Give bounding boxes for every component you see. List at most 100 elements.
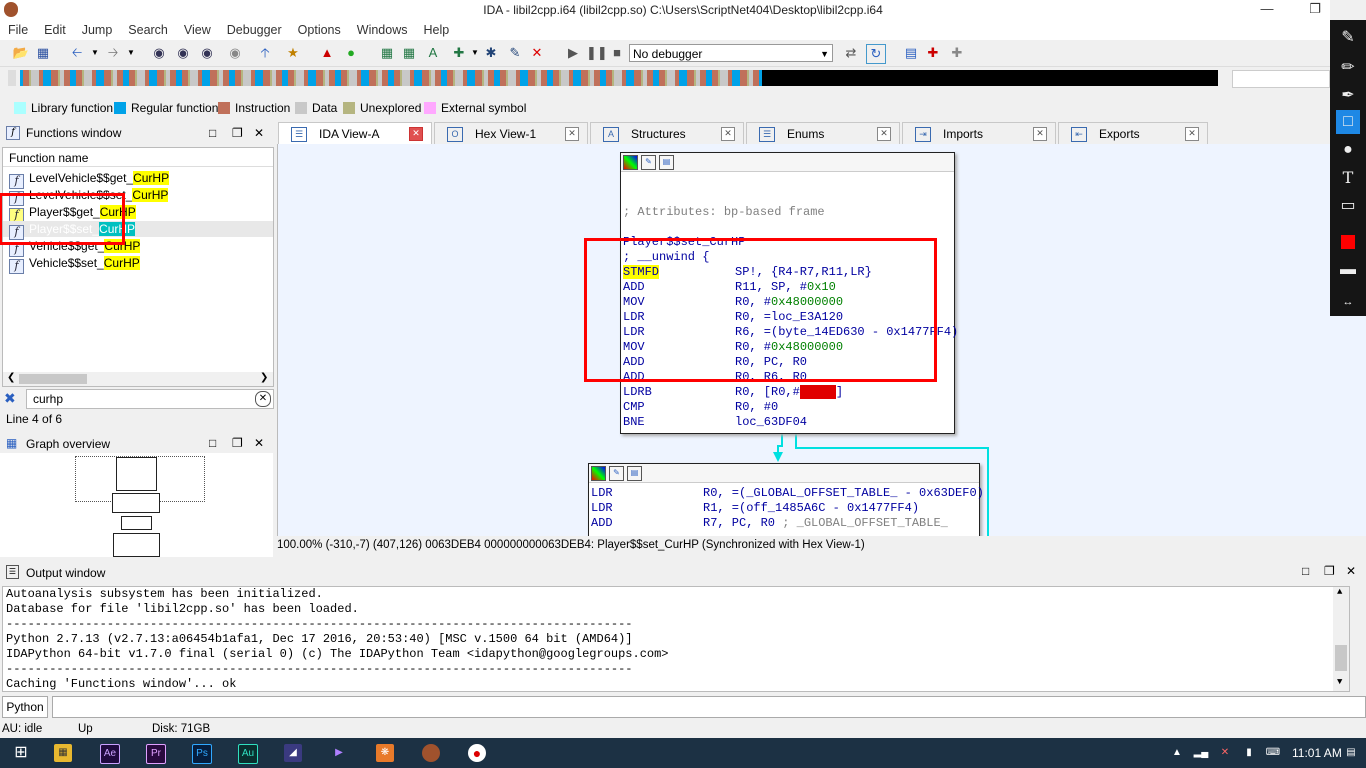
color-swatch-red[interactable] bbox=[1336, 230, 1360, 254]
ida-taskbar-icon[interactable]: ◢ bbox=[284, 744, 302, 762]
ida-avatar-icon[interactable] bbox=[422, 744, 440, 762]
notifications-icon[interactable]: ▤ bbox=[1342, 744, 1360, 762]
sync-icon[interactable]: ↻ bbox=[866, 44, 886, 64]
scroll-right-icon[interactable]: ❯ bbox=[260, 372, 268, 383]
asm-line[interactable]: BNE loc_63DF04 bbox=[623, 415, 807, 430]
tab-hex-view-1[interactable]: O Hex View-1 ✕ bbox=[434, 122, 588, 144]
open-folder-icon[interactable]: 📂 bbox=[12, 44, 30, 62]
menu-jump[interactable]: Jump bbox=[74, 20, 121, 37]
brush-icon[interactable]: ✒ bbox=[1336, 84, 1360, 108]
navigation-strip[interactable] bbox=[20, 70, 1218, 86]
command-input[interactable] bbox=[52, 696, 1366, 718]
function-search-input[interactable]: curhp ✕ bbox=[26, 389, 274, 409]
back-arrow-icon[interactable]: 🡠 bbox=[68, 44, 86, 62]
asm-line[interactable]: LDRB R0, [R0,#0x1EC] bbox=[623, 385, 843, 400]
menu-help[interactable]: Help bbox=[415, 20, 457, 37]
save-icon[interactable]: ▦ bbox=[34, 44, 52, 62]
edit-function-icon[interactable]: ▦ bbox=[400, 44, 418, 62]
forward-dropdown-icon[interactable]: ▼ bbox=[122, 44, 140, 62]
pencil-icon[interactable]: ✎ bbox=[1336, 26, 1360, 50]
battery-icon[interactable]: ▮ bbox=[1240, 744, 1258, 762]
menu-debugger[interactable]: Debugger bbox=[219, 20, 290, 37]
file-explorer-icon[interactable]: ▦ bbox=[54, 744, 72, 762]
after-effects-icon[interactable]: Ae bbox=[100, 744, 120, 764]
attach-icon[interactable]: ⇄ bbox=[842, 44, 860, 62]
media-player-icon[interactable]: ▶ bbox=[330, 744, 348, 762]
stop-icon[interactable]: ■ bbox=[608, 44, 626, 62]
mute-icon[interactable]: ✕ bbox=[1216, 744, 1234, 762]
panel-close-button[interactable]: ✕ bbox=[254, 122, 264, 144]
breakpoint-list-icon[interactable]: ▤ bbox=[902, 44, 920, 62]
browser-icon[interactable]: ❋ bbox=[376, 744, 394, 762]
pause-icon[interactable]: ❚❚ bbox=[586, 44, 608, 62]
patch-icon[interactable]: ✎ bbox=[506, 44, 524, 62]
forward-arrow-icon[interactable]: 🡢 bbox=[104, 44, 122, 62]
panel-minimize-button[interactable]: □ bbox=[209, 122, 216, 144]
group-icon[interactable]: ▤ bbox=[659, 155, 674, 170]
add-breakpoint-icon[interactable]: ✚ bbox=[924, 44, 942, 62]
clear-filter-icon[interactable]: ✖ bbox=[4, 390, 16, 407]
panel-float-button[interactable]: ❐ bbox=[1324, 564, 1335, 578]
rename-icon[interactable]: ✎ bbox=[641, 155, 656, 170]
menu-file[interactable]: File bbox=[0, 20, 36, 37]
line-width-icon[interactable]: ▬ bbox=[1336, 258, 1360, 282]
maximize-button[interactable]: ❐ bbox=[1300, 0, 1330, 20]
binoculars-text-icon[interactable]: ◉ bbox=[174, 44, 192, 62]
menu-windows[interactable]: Windows bbox=[349, 20, 416, 37]
clock[interactable]: 11:01 AM bbox=[1292, 746, 1342, 760]
function-row[interactable]: f LevelVehicle$$get_CurHP bbox=[9, 170, 170, 189]
panel-close-button[interactable]: ✕ bbox=[254, 436, 264, 450]
asm-line[interactable]: LDR R0, =(_GLOBAL_OFFSET_TABLE_ - 0x63DEF… bbox=[591, 486, 984, 501]
scroll-up-icon[interactable]: ▲ bbox=[1337, 587, 1342, 597]
scroll-down-icon[interactable]: ▼ bbox=[1337, 677, 1342, 687]
close-icon[interactable]: ✕ bbox=[721, 127, 735, 141]
tab-exports[interactable]: ⇤ Exports ✕ bbox=[1058, 122, 1208, 144]
function-list-header[interactable]: Function name bbox=[3, 148, 273, 167]
clear-search-icon[interactable]: ✕ bbox=[255, 391, 271, 407]
name-icon[interactable]: ★ bbox=[284, 44, 302, 62]
menu-edit[interactable]: Edit bbox=[36, 20, 74, 37]
color-palette-icon[interactable] bbox=[623, 155, 638, 170]
vertical-scrollbar[interactable]: ▲ ▼ bbox=[1333, 587, 1349, 691]
panel-float-button[interactable]: ❐ bbox=[232, 122, 243, 144]
photoshop-icon[interactable]: Ps bbox=[192, 744, 212, 764]
nav-scroll-left[interactable] bbox=[8, 70, 16, 86]
binoculars-icon[interactable]: ◉ bbox=[150, 44, 168, 62]
panel-close-button[interactable]: ✕ bbox=[1346, 564, 1356, 578]
keyboard-icon[interactable]: ⌨ bbox=[1264, 744, 1282, 762]
binoculars-next-icon[interactable]: ◉ bbox=[198, 44, 216, 62]
panel-float-button[interactable]: ❐ bbox=[232, 436, 243, 450]
menu-view[interactable]: View bbox=[176, 20, 219, 37]
tab-ida-view-a[interactable]: ☰ IDA View-A ✕ bbox=[278, 122, 432, 144]
premiere-icon[interactable]: Pr bbox=[146, 744, 166, 764]
move-palette-icon[interactable]: ↔ bbox=[1336, 290, 1360, 314]
add-string-icon[interactable]: A bbox=[424, 44, 442, 62]
graph-triangle-icon[interactable]: ▲ bbox=[318, 44, 336, 62]
close-icon[interactable]: ✕ bbox=[565, 127, 579, 141]
jump-up-icon[interactable]: 🡡 bbox=[256, 44, 274, 62]
function-row[interactable]: f Vehicle$$set_CurHP bbox=[9, 255, 140, 274]
create-function-icon[interactable]: ▦ bbox=[378, 44, 396, 62]
close-icon[interactable]: ✕ bbox=[1033, 127, 1047, 141]
asm-line[interactable]: CMP R0, #0 bbox=[623, 400, 778, 415]
windows-start-icon[interactable]: ⊞ bbox=[12, 744, 30, 762]
scroll-left-icon[interactable]: ❮ bbox=[7, 372, 15, 383]
close-icon[interactable]: ✕ bbox=[409, 127, 423, 141]
rectangle-icon[interactable]: □ bbox=[1336, 110, 1360, 134]
panel-minimize-button[interactable]: □ bbox=[1302, 564, 1309, 578]
menu-options[interactable]: Options bbox=[290, 20, 349, 37]
color-palette-icon[interactable] bbox=[591, 466, 606, 481]
green-dot-icon[interactable]: ● bbox=[342, 44, 360, 62]
nav-slider[interactable] bbox=[1232, 70, 1330, 88]
back-dropdown-icon[interactable]: ▼ bbox=[86, 44, 104, 62]
text-icon[interactable]: T bbox=[1336, 166, 1360, 190]
eraser-icon[interactable]: ▭ bbox=[1336, 194, 1360, 218]
scroll-thumb[interactable] bbox=[19, 374, 87, 384]
panel-minimize-button[interactable]: □ bbox=[209, 436, 216, 450]
asm-line[interactable]: ADD R7, PC, R0 ; _GLOBAL_OFFSET_TABLE_ bbox=[591, 516, 948, 531]
close-icon[interactable]: ✕ bbox=[1185, 127, 1199, 141]
palette-icon[interactable]: ● bbox=[1336, 138, 1360, 162]
group-icon[interactable]: ▤ bbox=[627, 466, 642, 481]
network-icon[interactable]: ▂▄ bbox=[1192, 744, 1210, 762]
tab-imports[interactable]: ⇥ Imports ✕ bbox=[902, 122, 1056, 144]
